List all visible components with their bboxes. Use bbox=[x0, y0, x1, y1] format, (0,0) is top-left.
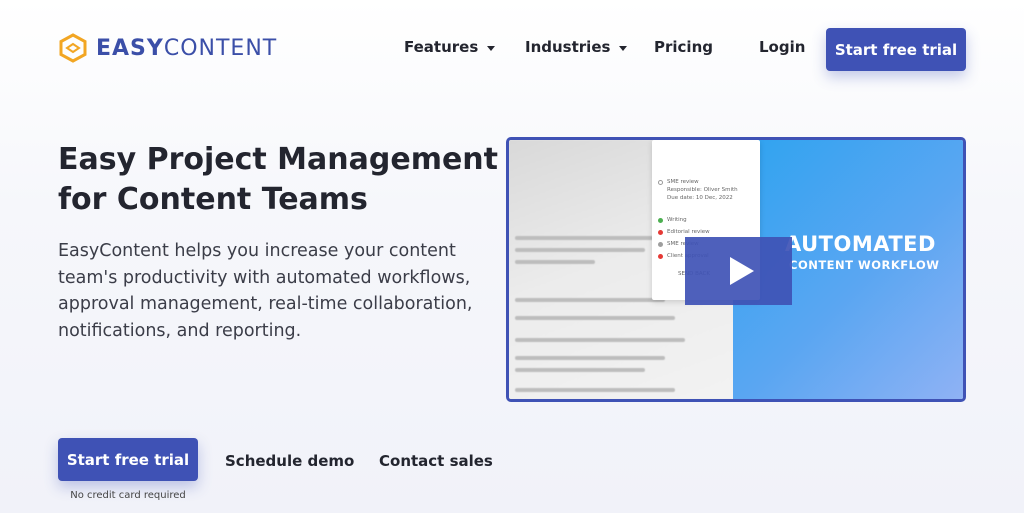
panel-heading: SME review bbox=[667, 179, 699, 185]
nav-item-features[interactable]: Features bbox=[404, 38, 496, 56]
video-overlay-subtitle: CONTENT WORKFLOW bbox=[789, 258, 940, 272]
nav-label: Features bbox=[404, 38, 479, 56]
header-start-trial-button[interactable]: Start free trial bbox=[826, 28, 966, 71]
hexagon-logo-icon bbox=[59, 33, 87, 63]
nav-label: Pricing bbox=[654, 38, 713, 56]
hero-description: EasyContent helps you increase your cont… bbox=[58, 241, 473, 341]
workflow-step: Editorial review bbox=[667, 229, 710, 235]
panel-meta: Responsible: Oliver Smith bbox=[667, 187, 738, 193]
caret-down-icon bbox=[487, 45, 496, 51]
nav-item-industries[interactable]: Industries bbox=[525, 38, 628, 56]
schedule-demo-link[interactable]: Schedule demo bbox=[225, 452, 354, 470]
no-credit-card-note: No credit card required bbox=[70, 490, 186, 501]
logo-text: EASYCONTENT bbox=[96, 35, 278, 61]
contact-sales-link[interactable]: Contact sales bbox=[379, 452, 493, 470]
nav-label: Industries bbox=[525, 38, 611, 56]
nav-item-login[interactable]: Login bbox=[759, 38, 805, 56]
product-video[interactable]: SME review Responsible: Oliver Smith Due… bbox=[506, 137, 966, 402]
hero-start-trial-button[interactable]: Start free trial bbox=[58, 438, 198, 481]
nav-label: Login bbox=[759, 38, 806, 56]
logo[interactable]: EASYCONTENT bbox=[58, 33, 277, 63]
caret-down-icon bbox=[619, 45, 628, 51]
workflow-step: Writing bbox=[667, 217, 687, 223]
video-overlay-title: AUTOMATED bbox=[785, 232, 936, 256]
button-label: Start free trial bbox=[66, 450, 190, 469]
play-icon bbox=[729, 257, 754, 285]
button-label: Start free trial bbox=[834, 40, 958, 59]
nav-item-pricing[interactable]: Pricing bbox=[654, 38, 713, 56]
panel-meta: Due date: 10 Dec, 2022 bbox=[667, 195, 733, 201]
hero-title: Easy Project Management for Content Team… bbox=[58, 142, 499, 217]
play-button[interactable] bbox=[685, 237, 792, 305]
